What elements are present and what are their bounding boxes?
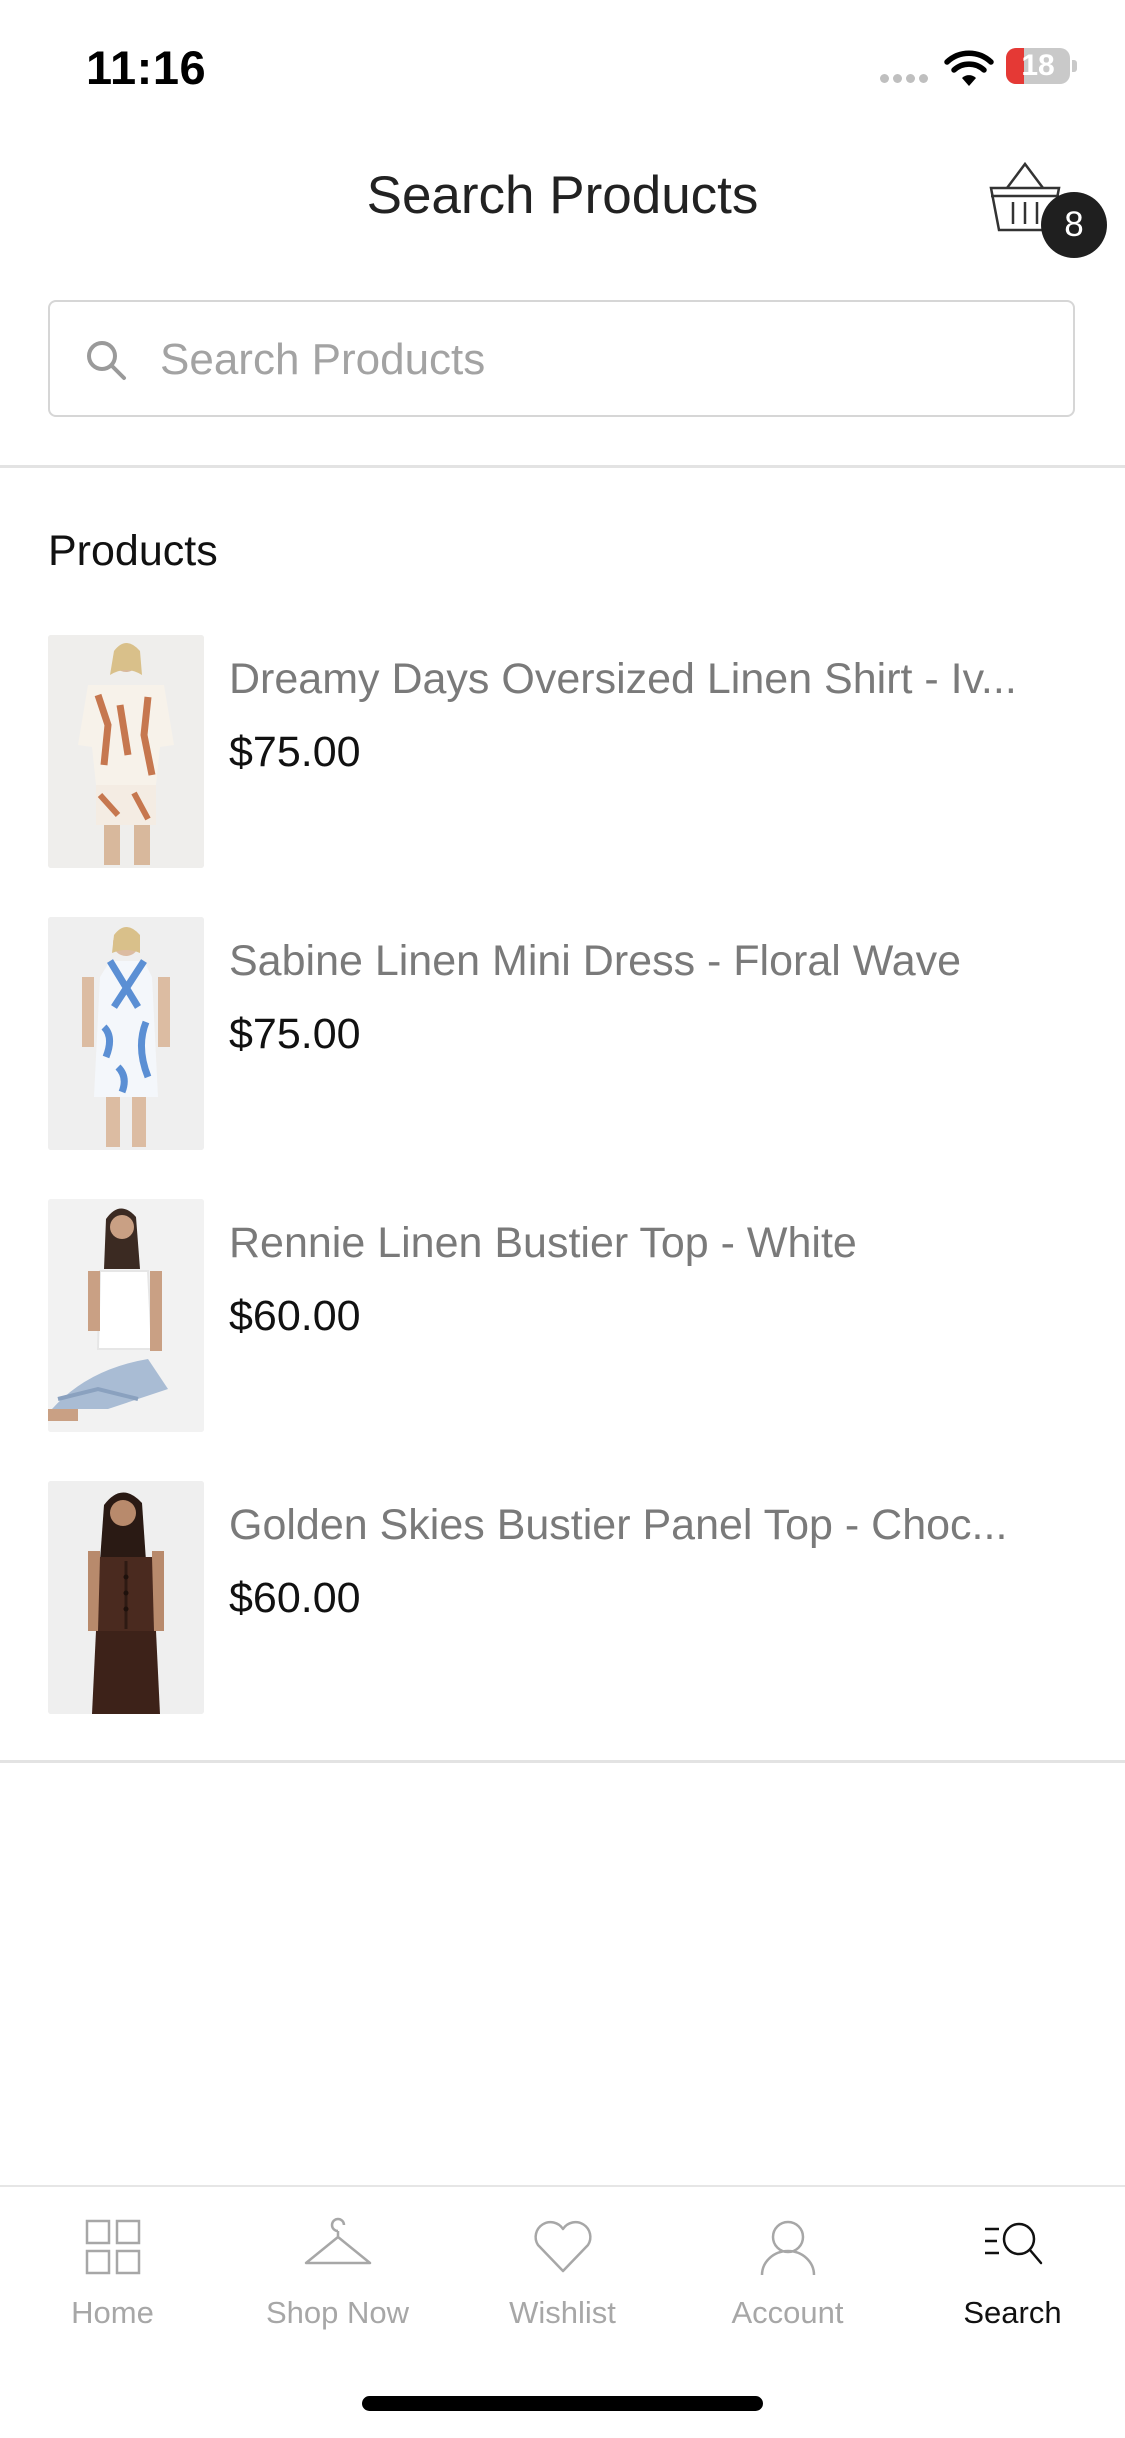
product-row[interactable]: Dreamy Days Oversized Linen Shirt - Iv..… [0, 635, 1125, 885]
cellular-signal-icon [880, 70, 934, 83]
battery-level: 18 [1021, 49, 1055, 82]
heart-icon [533, 2220, 592, 2273]
product-name[interactable]: Golden Skies Bustier Panel Top - Choc... [229, 1501, 1079, 1550]
tab-search[interactable]: Search [900, 2217, 1125, 2347]
product-image[interactable] [48, 917, 204, 1150]
cart-count-badge[interactable]: 8 [1041, 192, 1107, 258]
home-indicator [362, 2396, 763, 2411]
tab-label: Home [71, 2295, 154, 2330]
wifi-icon [944, 50, 994, 86]
product-row[interactable]: Sabine Linen Mini Dress - Floral Wave $7… [0, 917, 1125, 1167]
product-price: $75.00 [229, 728, 361, 776]
product-image[interactable] [48, 1481, 204, 1714]
product-name[interactable]: Rennie Linen Bustier Top - White [229, 1219, 1079, 1268]
tab-home[interactable]: Home [0, 2217, 225, 2347]
product-image[interactable] [48, 635, 204, 868]
tab-shop-now[interactable]: Shop Now [225, 2217, 450, 2347]
battery-icon: 18 [1006, 48, 1077, 86]
product-row[interactable]: Rennie Linen Bustier Top - White $60.00 [0, 1199, 1125, 1449]
product-price: $75.00 [229, 1010, 361, 1058]
status-time: 11:16 [86, 41, 207, 94]
divider [0, 465, 1125, 468]
search-input[interactable] [160, 322, 1040, 397]
search-list-icon [984, 2222, 1042, 2265]
product-name[interactable]: Sabine Linen Mini Dress - Floral Wave [229, 937, 1079, 986]
product-name[interactable]: Dreamy Days Oversized Linen Shirt - Iv..… [229, 655, 1079, 704]
product-price: $60.00 [229, 1574, 361, 1622]
hanger-icon [304, 2217, 371, 2265]
tab-label: Shop Now [265, 2295, 410, 2330]
tab-account[interactable]: Account [675, 2217, 900, 2347]
page-title: Search Products [366, 166, 759, 225]
product-price: $60.00 [229, 1292, 361, 1340]
product-image[interactable] [48, 1199, 204, 1432]
tab-label: Wishlist [509, 2295, 616, 2330]
search-icon [87, 341, 126, 380]
tab-label: Account [731, 2295, 844, 2330]
person-icon [760, 2220, 815, 2276]
tab-label: Search [963, 2295, 1062, 2330]
product-row[interactable]: Golden Skies Bustier Panel Top - Choc...… [0, 1481, 1125, 1731]
divider [0, 1760, 1125, 1763]
grid-icon [85, 2219, 140, 2275]
section-title: Products [48, 527, 218, 575]
tab-wishlist[interactable]: Wishlist [450, 2217, 675, 2347]
